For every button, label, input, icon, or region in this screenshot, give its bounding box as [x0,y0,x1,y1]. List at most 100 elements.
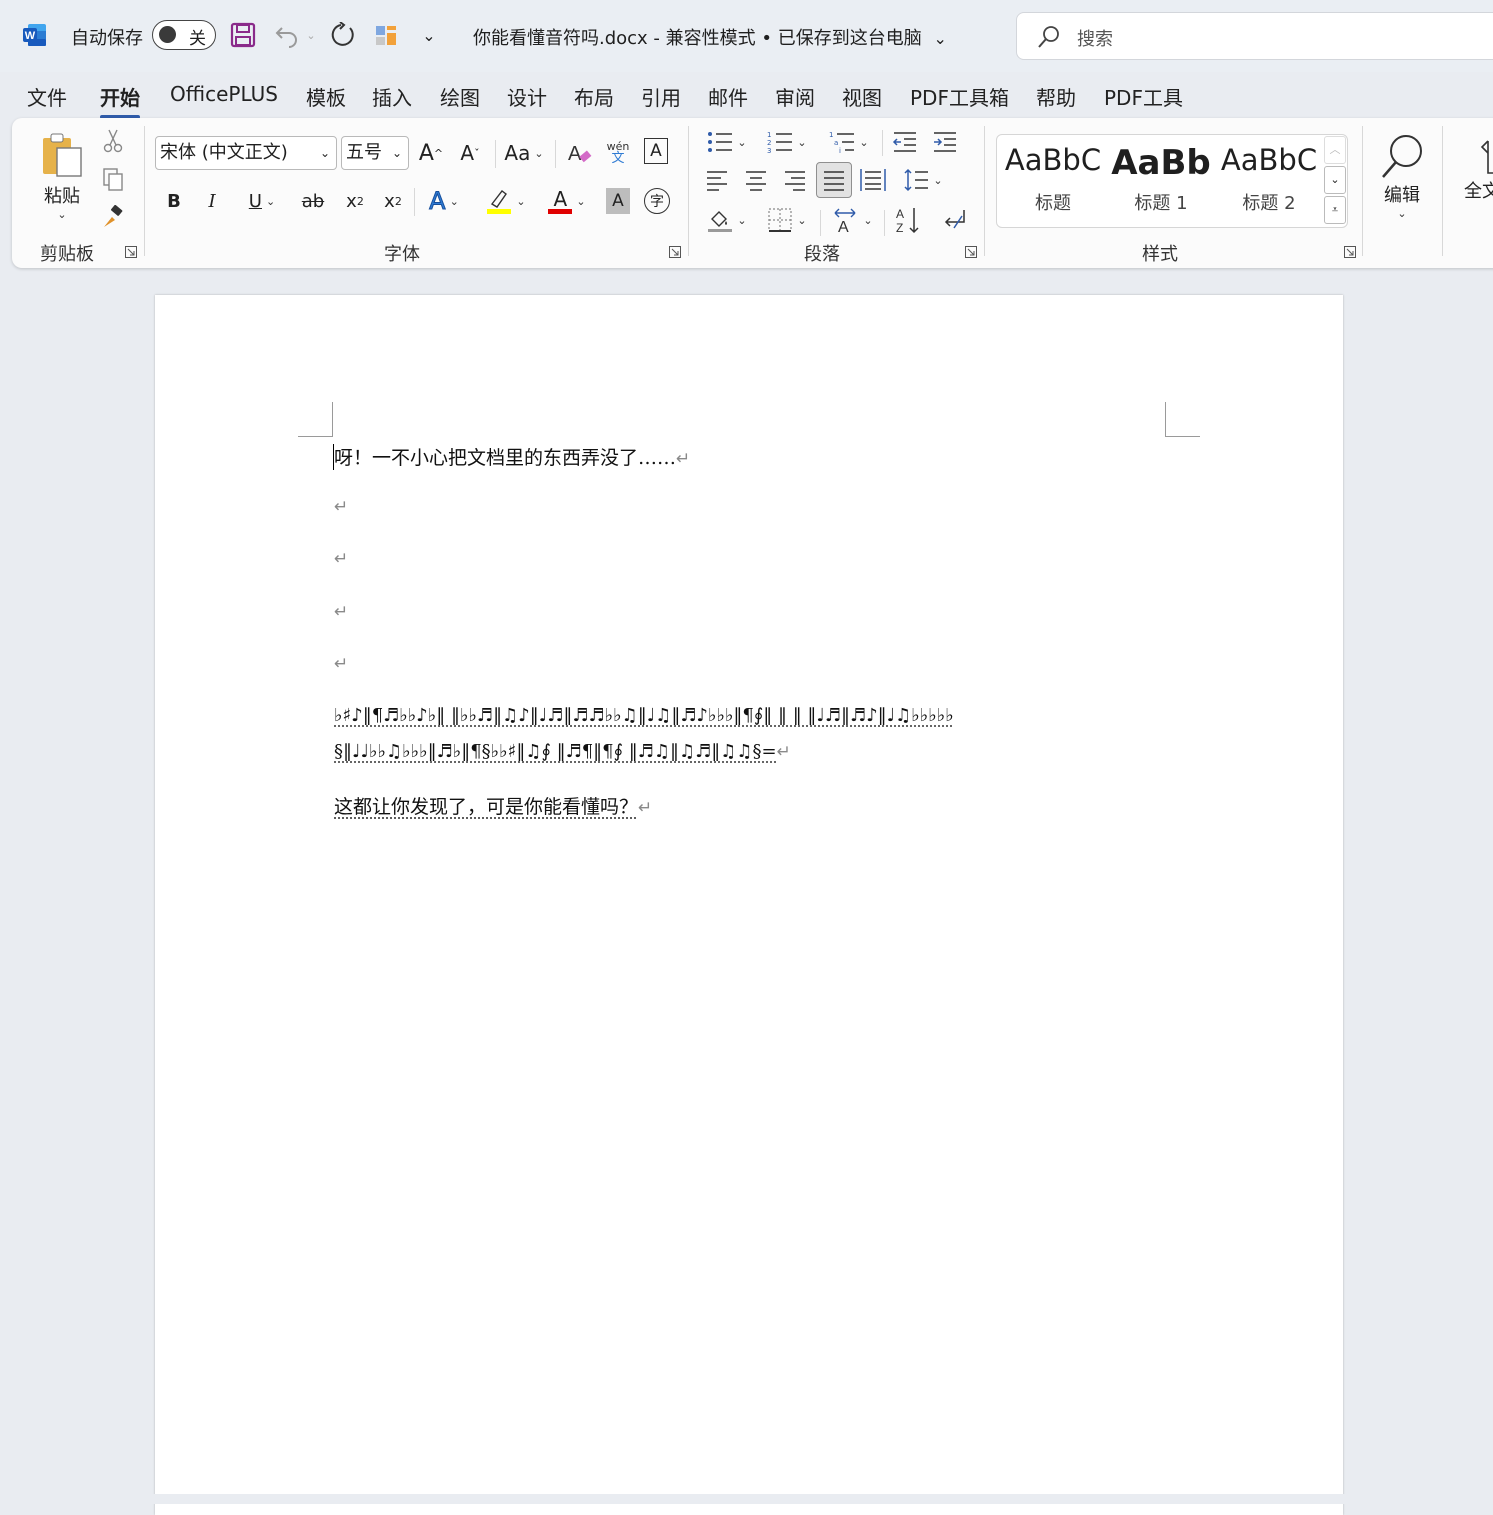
empty-paragraph[interactable]: ↵ [334,652,348,674]
character-shading-button[interactable]: A [606,188,630,214]
toggle-knob [159,26,176,43]
tab-view[interactable]: 视图 [842,82,882,111]
show-hide-marks-icon[interactable] [938,204,970,236]
layout-icon[interactable] [372,18,400,52]
strikethrough-button[interactable]: ab [298,184,328,218]
customize-qat-icon[interactable]: ⌄ [418,18,440,52]
music-symbols-line-1[interactable]: ♭♯♪‖¶♬♭♭♪♭‖ ‖♭♭♬‖♫♪‖♩♬‖♬♬♭♭♫‖♩♫‖♬♪♭♭♭‖¶∮… [334,705,954,726]
paragraph-group-label: 段落 [804,240,840,266]
tab-draw[interactable]: 绘图 [440,82,480,111]
paragraph-intro[interactable]: 呀！一不小心把文档里的东西弄没了……↵ [334,443,690,470]
font-launcher-icon[interactable] [669,246,681,258]
multilevel-list-button[interactable]: 1ai ⌄ [824,126,874,158]
phonetic-guide-button[interactable]: wén 文 [602,134,634,172]
font-size-select[interactable]: 五号 ⌄ [341,136,409,170]
align-center-icon[interactable] [741,164,771,196]
style-heading-2[interactable]: AaBbC 标题 2 [1215,143,1323,215]
subscript-button[interactable]: x2 [340,184,370,218]
enclose-characters-button[interactable]: 字 [644,188,670,214]
tab-references[interactable]: 引用 [641,82,681,111]
save-icon[interactable] [228,18,258,52]
tab-pdf-tools[interactable]: PDF工具 [1104,82,1183,111]
music-symbols-line-2[interactable]: §‖♩♩♭♭♫♭♭♭‖♬♭‖¶§♭♭♯‖♫∮ ‖♬¶‖¶∮ ‖♬♫‖♫♬‖♫♫§… [334,741,791,762]
tab-file[interactable]: 文件 [27,82,67,111]
tab-template[interactable]: 模板 [306,82,346,111]
tab-pdf-toolbox[interactable]: PDF工具箱 [910,82,1009,111]
editing-button[interactable]: 编辑 ⌄ [1374,126,1430,226]
tab-officeplus[interactable]: OfficePLUS [170,82,278,106]
styles-scroll: ︿ ⌄ ⩡ [1324,136,1346,226]
shrink-font-button[interactable]: Aˇ [455,136,485,170]
clipboard-launcher-icon[interactable] [125,246,137,258]
numbering-button[interactable]: 123 ⌄ [762,126,812,158]
autosave-toggle[interactable]: 关 [152,20,216,50]
undo-icon[interactable]: ⌄ [272,18,318,52]
line-spacing-button[interactable]: ⌄ [898,164,948,196]
distributed-icon[interactable] [858,164,888,196]
document-title[interactable]: 你能看懂音符吗.docx - 兼容性模式 • 已保存到这台电脑 ⌄ [473,24,947,50]
ribbon: 粘贴 ⌄ 剪贴板 宋体 (中文正文) ⌄ 五号 ⌄ A ^ Aˇ Aa ⌄ A wén … [12,118,1493,268]
style-heading-1[interactable]: AaBb 标题 1 [1107,143,1215,215]
status-bar-edge [0,1494,1493,1504]
paragraph-launcher-icon[interactable] [965,246,977,258]
word-app-icon[interactable]: W [22,22,48,48]
empty-paragraph[interactable]: ↵ [334,600,348,622]
align-left-icon[interactable] [702,164,732,196]
tab-home[interactable]: 开始 [100,82,140,111]
clear-formatting-icon[interactable]: A [564,136,594,170]
redo-icon[interactable] [328,18,358,52]
justify-icon[interactable] [816,162,852,198]
tab-insert[interactable]: 插入 [372,82,412,111]
paragraph-mark: ↵ [676,449,690,469]
bold-button[interactable]: B [162,184,186,218]
borders-button[interactable]: ⌄ [762,204,812,236]
tab-mailings[interactable]: 邮件 [708,82,748,111]
superscript-button[interactable]: x2 [378,184,408,218]
empty-paragraph[interactable]: ↵ [334,495,348,517]
cut-icon[interactable] [100,128,126,154]
styles-launcher-icon[interactable] [1344,246,1356,258]
increase-indent-icon[interactable] [930,126,960,158]
bullets-button[interactable]: ⌄ [702,126,752,158]
search-placeholder: 搜索 [1077,25,1113,51]
shading-button[interactable]: ⌄ [702,204,752,236]
fulltext-button[interactable]: 全文 [1454,130,1493,210]
grow-font-button[interactable]: A ^ [416,136,446,170]
format-painter-icon[interactable] [100,204,126,230]
chevron-down-icon: ⌄ [450,195,459,208]
italic-button[interactable]: I [200,184,224,218]
scroll-up-icon[interactable]: ︿ [1324,136,1346,164]
tab-design[interactable]: 设计 [507,82,547,111]
paste-icon [39,132,85,180]
font-color-button[interactable]: A ⌄ [542,184,592,218]
chinese-layout-button[interactable]: A ⌄ [826,204,878,236]
title-bar: W 自动保存 关 ⌄ ⌄ 你能看懂音符吗.docx - 兼容性模式 • 已保存到… [0,0,1493,72]
document-page[interactable]: 呀！一不小心把文档里的东西弄没了……↵ ↵ ↵ ↵ ↵ ♭♯♪‖¶♬♭♭♪♭‖ … [155,295,1343,1515]
chevron-down-icon: ⌄ [1397,207,1406,220]
underline-button[interactable]: U ⌄ [238,184,286,218]
copy-icon[interactable] [100,166,126,192]
tab-layout[interactable]: 布局 [574,82,614,111]
text-effects-button[interactable]: A ⌄ [420,184,468,218]
highlight-button[interactable]: ⌄ [480,184,532,218]
svg-text:W: W [25,30,36,42]
ribbon-tabs: 文件 开始 OfficePLUS 模板 插入 绘图 设计 布局 引用 邮件 审阅… [0,72,1493,118]
sort-icon[interactable]: AZ [892,204,924,236]
paragraph-question[interactable]: 这都让你发现了，可是你能看懂吗？↵ [334,792,652,819]
search-box[interactable]: 搜索 [1016,12,1493,60]
change-case-button[interactable]: Aa ⌄ [500,136,548,170]
tab-review[interactable]: 审阅 [775,82,815,111]
tab-help[interactable]: 帮助 [1036,82,1076,111]
styles-more-icon[interactable]: ⩡ [1324,196,1346,224]
decrease-indent-icon[interactable] [890,126,920,158]
style-title[interactable]: AaBbC 标题 [999,143,1107,215]
svg-text:Z: Z [896,221,903,234]
paste-dropdown-icon: ⌄ [57,208,66,221]
margin-corner-top-left [298,402,333,437]
scroll-down-icon[interactable]: ⌄ [1324,166,1346,194]
empty-paragraph[interactable]: ↵ [334,547,348,569]
character-border-button[interactable]: A [644,138,668,164]
paste-button[interactable]: 粘贴 ⌄ [36,126,88,226]
font-name-select[interactable]: 宋体 (中文正文) ⌄ [155,136,337,170]
align-right-icon[interactable] [780,164,810,196]
